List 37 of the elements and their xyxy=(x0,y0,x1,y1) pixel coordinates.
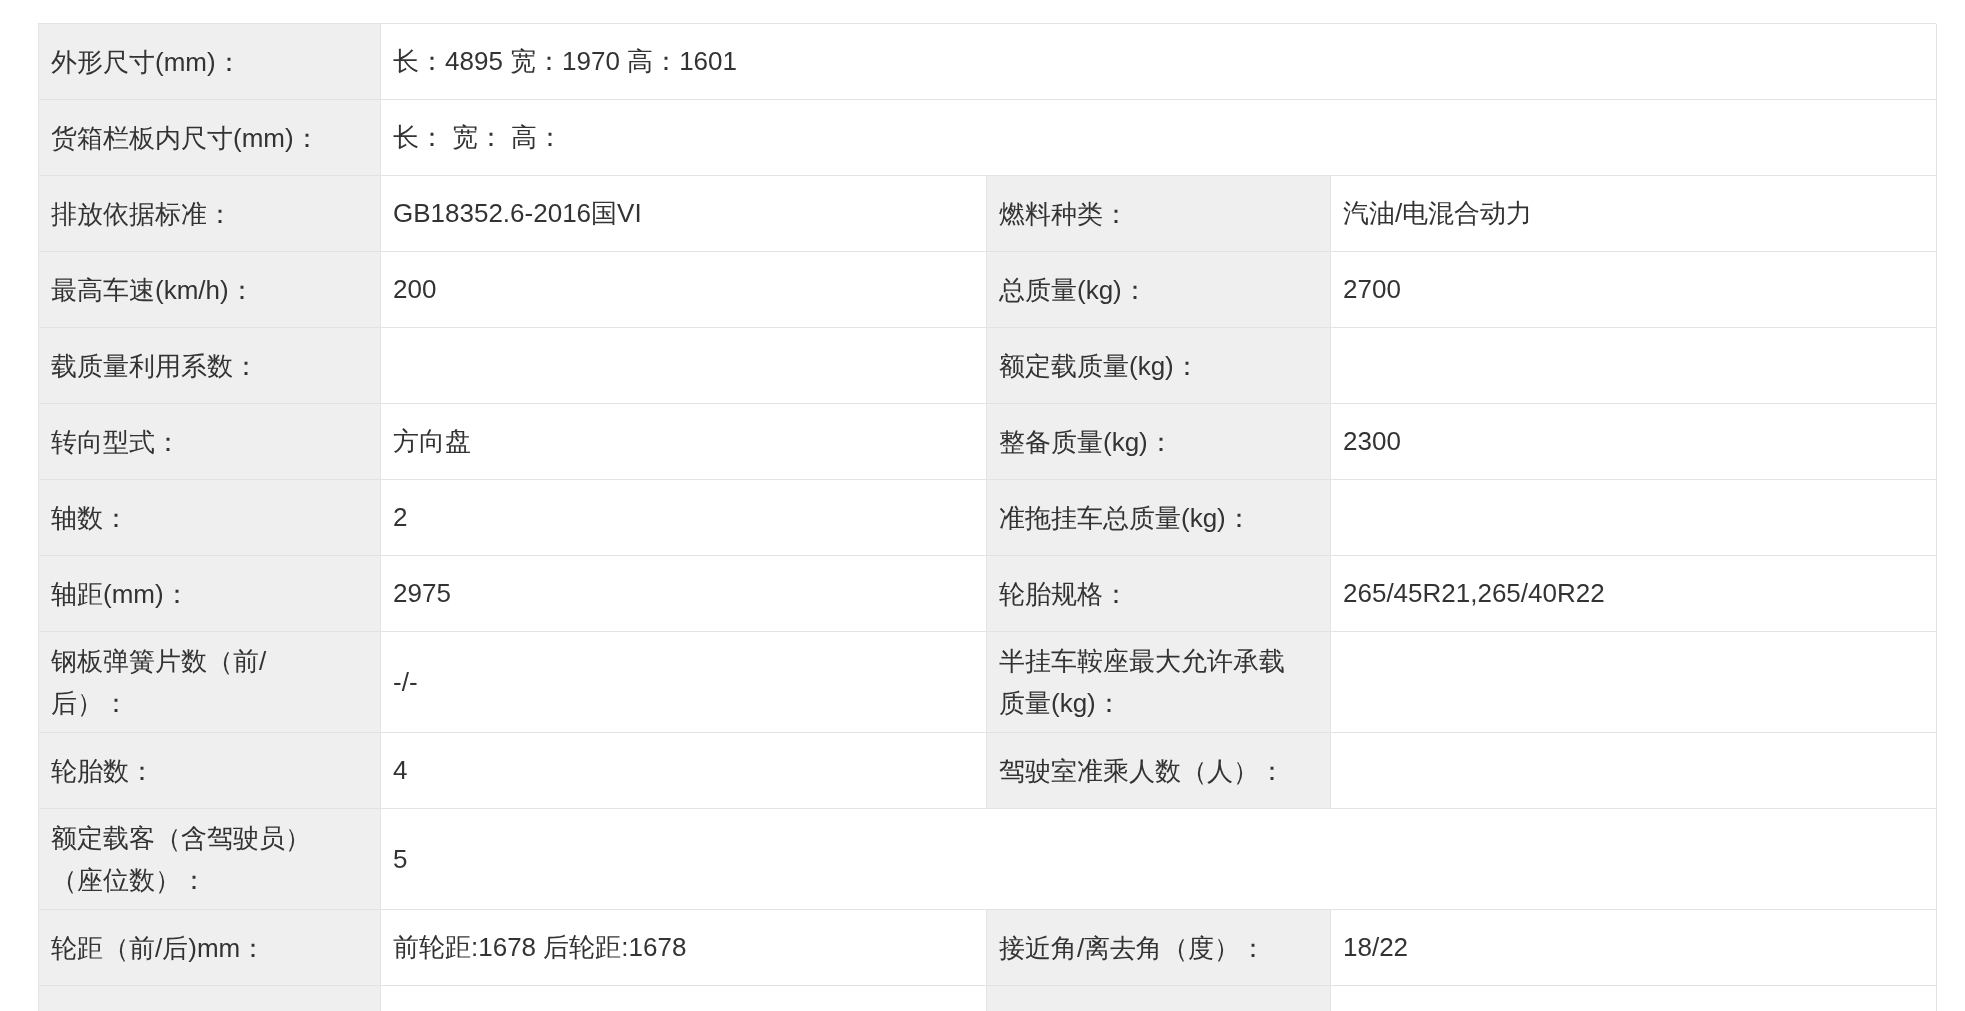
value-cell: 方向盘 xyxy=(381,404,987,480)
label-cell: 半挂车鞍座最大允许承载质量(kg)： xyxy=(987,632,1331,733)
value-cell: 2975 xyxy=(381,556,987,632)
label-cell: 轮胎规格： xyxy=(987,556,1331,632)
label-cell: 转向型式： xyxy=(39,404,381,480)
value-cell: 2700 xyxy=(1331,252,1937,328)
value-cell: -/- xyxy=(381,632,987,733)
label-cell: 整备质量(kg)： xyxy=(987,404,1331,480)
label-cell: 轴数： xyxy=(39,480,381,556)
label-cell: 载质量利用系数： xyxy=(39,328,381,404)
label-cell: 轮距（前/后)mm： xyxy=(39,910,381,986)
label-cell: 最高车速(km/h)： xyxy=(39,252,381,328)
value-cell: 2300 xyxy=(1331,404,1937,480)
label-cell: 准拖挂车总质量(kg)： xyxy=(987,480,1331,556)
value-cell: 200 xyxy=(381,252,987,328)
value-cell: 汽油/电混合动力 xyxy=(1331,176,1937,252)
value-cell: 长： 宽： 高： xyxy=(381,100,1937,176)
label-cell: 排放依据标准： xyxy=(39,176,381,252)
label-cell: 总质量(kg)： xyxy=(987,252,1331,328)
value-cell: 265/45R21,265/40R22 xyxy=(1331,556,1937,632)
value-cell: 前轮距:1678 后轮距:1678 xyxy=(381,910,987,986)
label-cell: 钢板弹簧片数（前/后）： xyxy=(39,632,381,733)
value-cell: 5 xyxy=(381,809,1937,910)
value-cell: GB18352.6-2016国VI xyxy=(381,176,987,252)
value-cell: 长：4895 宽：1970 高：1601 xyxy=(381,24,1937,100)
label-cell: 额定载客（含驾驶员）（座位数）： xyxy=(39,809,381,910)
value-cell: 18/22 xyxy=(1331,910,1937,986)
value-cell: 2 xyxy=(381,480,987,556)
label-cell: 驾驶室准乘人数（人）： xyxy=(987,733,1331,809)
label-cell: 燃料种类： xyxy=(987,176,1331,252)
label-cell: 额定载质量(kg)： xyxy=(987,328,1331,404)
label-cell: 货箱栏板内尺寸(mm)： xyxy=(39,100,381,176)
value-cell: 4 xyxy=(381,733,987,809)
label-cell: 轴距(mm)： xyxy=(39,556,381,632)
label-cell: 外形尺寸(mm)： xyxy=(39,24,381,100)
label-cell: 接近角/离去角（度）： xyxy=(987,910,1331,986)
label-cell: 轮胎数： xyxy=(39,733,381,809)
